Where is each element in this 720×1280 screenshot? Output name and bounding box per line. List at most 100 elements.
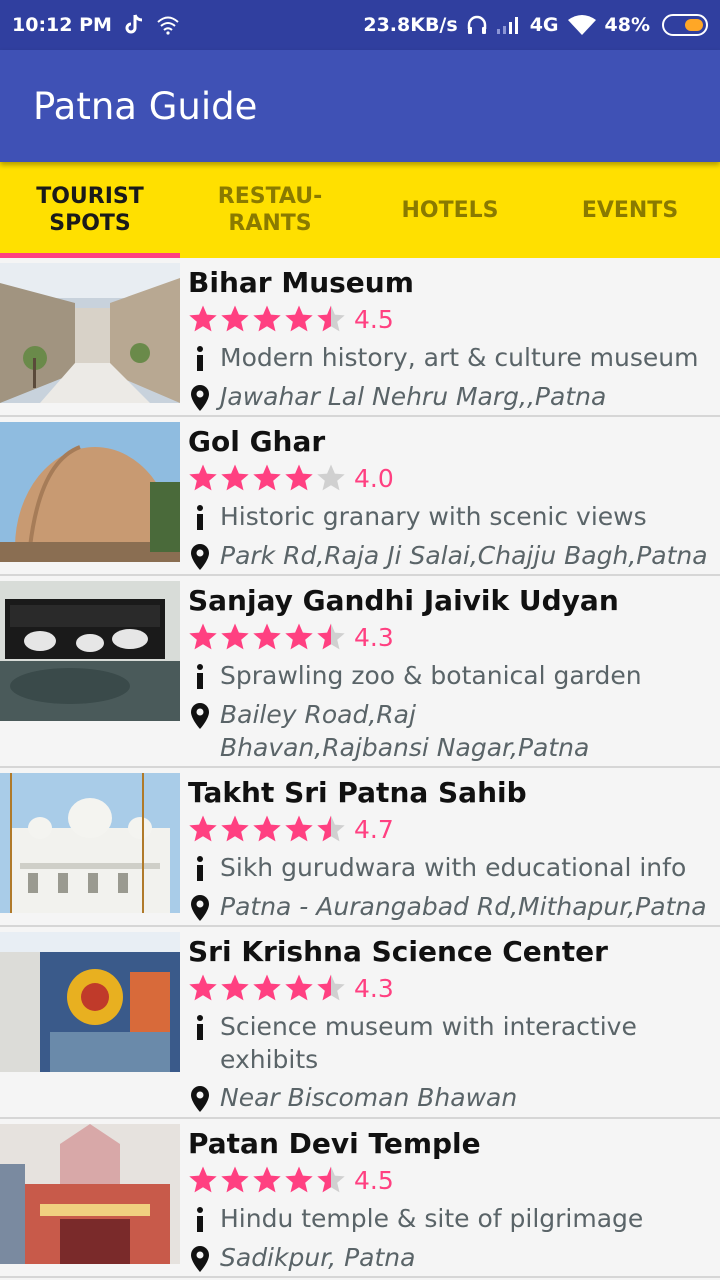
rating-row: 4.7 [188, 814, 394, 844]
star-icon [253, 623, 281, 650]
star-icon [221, 305, 249, 332]
place-address: Jawahar Lal Nehru Marg,,Patna [220, 382, 607, 411]
location-pin-icon [188, 539, 212, 571]
place-card[interactable]: Gol Ghar 4.0 Historic granary with sceni… [0, 417, 720, 576]
place-description: Historic granary with scenic views [220, 502, 647, 531]
headset-icon [466, 14, 488, 36]
info-icon [188, 659, 212, 689]
star-icon [253, 974, 281, 1001]
rating-value: 4.5 [354, 304, 394, 334]
place-address: Near Biscoman Bhawan [220, 1083, 518, 1112]
description-row: Modern history, art & culture museum [188, 341, 698, 374]
tab-events[interactable]: EVENTS [540, 162, 720, 258]
place-card[interactable]: Bihar Museum 4.5 Modern history, art & c… [0, 258, 720, 417]
star-icon [317, 1166, 345, 1193]
address-row: Near Biscoman Bhawan [188, 1081, 517, 1114]
tab-tourist-spots[interactable]: TOURIST SPOTS [0, 162, 180, 258]
star-icon [221, 815, 249, 842]
place-card[interactable]: Sanjay Gandhi Jaivik Udyan 4.3 Sprawling… [0, 576, 720, 768]
rating-value: 4.3 [354, 973, 394, 1003]
status-bar: 10:12 PM 23.8KB/s 4G 48% [0, 0, 720, 50]
place-description: Sikh gurudwara with educational info [220, 853, 687, 882]
place-name: Patan Devi Temple [188, 1127, 481, 1160]
star-icon [189, 1166, 217, 1193]
info-icon [188, 1010, 212, 1040]
info-icon [188, 341, 212, 371]
rating-row: 4.3 [188, 622, 394, 652]
place-name: Sanjay Gandhi Jaivik Udyan [188, 584, 619, 617]
place-address: Sadikpur, Patna [220, 1243, 416, 1272]
tab-label: RESTAU- RANTS [217, 184, 323, 236]
network-speed: 23.8KB/s [363, 14, 458, 36]
rating-value: 4.3 [354, 622, 394, 652]
star-icon [285, 464, 313, 491]
place-description: Sprawling zoo & botanical garden [220, 661, 642, 690]
star-icon [253, 305, 281, 332]
star-icon [317, 623, 345, 650]
rating-stars [188, 463, 346, 493]
rating-stars [188, 1165, 346, 1195]
place-photo [0, 422, 180, 562]
description-row: Historic granary with scenic views [188, 500, 647, 533]
star-icon [221, 464, 249, 491]
rating-row: 4.0 [188, 463, 394, 493]
star-icon [317, 974, 345, 1001]
place-name: Sri Krishna Science Center [188, 935, 608, 968]
tab-restaurants[interactable]: RESTAU- RANTS [180, 162, 360, 258]
location-pin-icon [188, 1241, 212, 1273]
place-card[interactable]: Sri Krishna Science Center 4.3 Science m… [0, 927, 720, 1119]
address-row: Bailey Road,Raj Bhavan,Rajbansi Nagar,Pa… [188, 698, 608, 764]
rating-stars [188, 304, 346, 334]
place-name: Bihar Museum [188, 266, 414, 299]
wifi-icon [156, 15, 180, 35]
battery-icon [662, 14, 708, 36]
description-row: Sikh gurudwara with educational info [188, 851, 686, 884]
description-row: Hindu temple & site of pilgrimage [188, 1202, 643, 1235]
star-icon [253, 815, 281, 842]
description-row: Science museum with interactive exhibits [188, 1010, 658, 1076]
place-photo [0, 773, 180, 913]
address-row: Park Rd,Raja Ji Salai,Chajju Bagh,Patna [188, 539, 708, 572]
tab-bar: TOURIST SPOTS RESTAU- RANTS HOTELS EVENT… [0, 162, 720, 258]
place-photo [0, 581, 180, 721]
place-description: Modern history, art & culture museum [220, 343, 699, 372]
star-icon [189, 815, 217, 842]
rating-value: 4.0 [354, 463, 394, 493]
place-address: Patna - Aurangabad Rd,Mithapur,Patna [220, 892, 707, 921]
star-icon [189, 305, 217, 332]
star-icon [285, 623, 313, 650]
star-icon [253, 1166, 281, 1193]
star-icon [221, 623, 249, 650]
star-icon [317, 815, 345, 842]
location-pin-icon [188, 1081, 212, 1113]
star-icon [317, 305, 345, 332]
app-bar: Patna Guide [0, 50, 720, 162]
location-pin-icon [188, 380, 212, 412]
star-icon [221, 1166, 249, 1193]
place-address: Bailey Road,Raj Bhavan,Rajbansi Nagar,Pa… [220, 700, 590, 762]
place-photo [0, 1124, 180, 1264]
rating-value: 4.7 [354, 814, 394, 844]
place-description: Hindu temple & site of pilgrimage [220, 1204, 644, 1233]
place-photo [0, 932, 180, 1072]
battery-level: 48% [604, 14, 650, 36]
star-icon [317, 464, 345, 491]
place-card[interactable]: Patan Devi Temple 4.5 Hindu temple & sit… [0, 1119, 720, 1278]
star-icon [285, 1166, 313, 1193]
tiktok-icon [124, 14, 144, 36]
rating-row: 4.5 [188, 1165, 394, 1195]
tab-label: TOURIST SPOTS [36, 184, 144, 236]
rating-stars [188, 622, 346, 652]
rating-value: 4.5 [354, 1165, 394, 1195]
place-name: Gol Ghar [188, 425, 326, 458]
star-icon [189, 623, 217, 650]
tab-hotels[interactable]: HOTELS [360, 162, 540, 258]
signal-icon [496, 15, 522, 35]
star-icon [221, 974, 249, 1001]
location-pin-icon [188, 890, 212, 922]
place-description: Science museum with interactive exhibits [220, 1012, 637, 1074]
star-icon [189, 464, 217, 491]
place-card[interactable]: Takht Sri Patna Sahib 4.7 Sikh gurudwara… [0, 768, 720, 927]
rating-stars [188, 973, 346, 1003]
location-pin-icon [188, 698, 212, 730]
